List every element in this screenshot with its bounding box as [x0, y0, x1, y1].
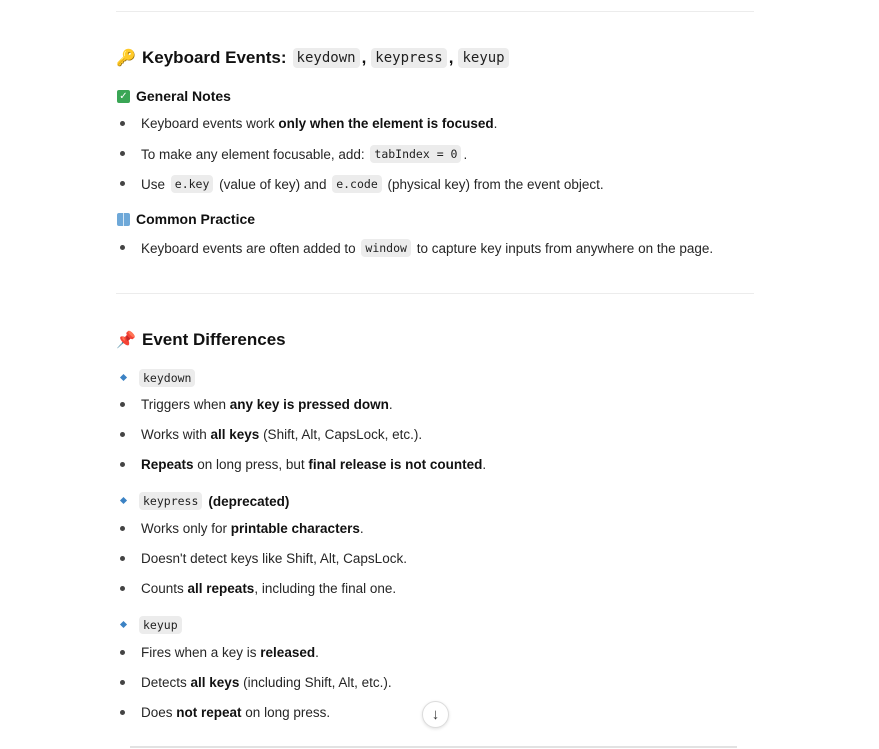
list-item-text: . — [463, 146, 468, 162]
list-item-text: Detects — [141, 675, 191, 690]
sub-heading-keydown: keydown — [117, 369, 197, 387]
list-item: To make any element focusable, add: tabI… — [117, 145, 467, 163]
book-icon — [117, 212, 130, 226]
list-item: Works with all keys (Shift, Alt, CapsLoc… — [117, 427, 422, 442]
list-item-text: , including the final one. — [254, 581, 397, 596]
diamond-icon — [117, 620, 137, 630]
list-item-text: Does — [141, 705, 177, 720]
list-item-text: Doesn't detect keys like Shift, Alt, Cap… — [141, 551, 407, 566]
list-item-text: (including Shift, Alt, etc.). — [239, 675, 392, 690]
key-icon: 🔑 — [116, 50, 136, 67]
heading-common-practice: Common Practice — [117, 211, 255, 227]
code-keypress: keypress — [371, 48, 447, 68]
input-box-edge — [130, 746, 737, 748]
heading-general-notes-label: General Notes — [136, 88, 231, 104]
list-item: Works only for printable characters . — [117, 521, 364, 536]
list-item-text: Counts — [141, 581, 188, 596]
deprecated-label: (deprecated) — [208, 493, 290, 509]
inline-code: window — [361, 239, 411, 257]
inline-code: keydown — [139, 369, 196, 387]
list-item-text: Works with — [141, 427, 211, 442]
list-item-bold: not repeat — [176, 705, 242, 720]
list-item-text: . — [493, 116, 498, 131]
list-item: Detects all keys (including Shift, Alt, … — [117, 675, 392, 690]
list-item-bold: only when the element is focused — [278, 116, 494, 131]
list-item: Use e.key (value of key) and e.code (phy… — [117, 175, 604, 193]
bullet-icon — [117, 400, 141, 410]
list-item-text: . — [315, 645, 319, 660]
bullet-icon — [117, 179, 141, 189]
bullet-icon — [117, 524, 141, 534]
list-item-text: Use — [141, 176, 169, 192]
list-item-bold: final release is not counted — [308, 457, 483, 472]
list-item: Keyboard events work only when the eleme… — [117, 116, 497, 131]
diamond-icon — [117, 496, 137, 506]
scroll-to-bottom-button[interactable]: ↓ — [422, 701, 449, 728]
list-item-bold: all keys — [210, 427, 260, 442]
list-item-bold: all keys — [190, 675, 240, 690]
heading-event-differences-label: Event Differences — [142, 330, 286, 349]
list-item-text: Keyboard events work — [141, 116, 279, 131]
heading-keyboard-events-label: Keyboard Events: — [142, 48, 287, 67]
bullet-icon — [117, 430, 141, 440]
list-item-bold: released — [260, 645, 316, 660]
sub-heading-keyup: keyup — [117, 616, 184, 634]
list-item-text: Keyboard events are often added to — [141, 240, 360, 256]
bullet-icon — [117, 554, 141, 564]
list-item-text: (physical key) from the event object. — [383, 176, 604, 192]
list-item-text: Triggers when — [141, 397, 230, 412]
list-item: Counts all repeats , including the final… — [117, 581, 396, 596]
list-item-bold: Repeats — [141, 457, 194, 472]
list-item: Repeats on long press, but final release… — [117, 457, 486, 472]
sub-heading-keypress: keypress (deprecated) — [117, 492, 289, 510]
inline-code: keyup — [139, 616, 182, 634]
bullet-icon — [117, 648, 141, 658]
list-item: Fires when a key is released . — [117, 645, 319, 660]
list-item-text: Fires when a key is — [141, 645, 261, 660]
inline-code: tabIndex = 0 — [370, 145, 462, 163]
list-item-bold: all repeats — [187, 581, 255, 596]
divider-middle — [116, 293, 754, 294]
pushpin-icon: 📌 — [116, 332, 136, 349]
bullet-icon — [117, 149, 141, 159]
list-item-bold: any key is pressed down — [229, 397, 389, 412]
bullet-icon — [117, 243, 141, 253]
diamond-icon — [117, 373, 137, 383]
bullet-icon — [117, 119, 141, 129]
list-item-text: on long press. — [241, 705, 331, 720]
code-keydown: keydown — [292, 48, 360, 68]
list-item-text: Works only for — [141, 521, 231, 536]
list-item: Keyboard events are often added to windo… — [117, 239, 713, 257]
checkmark-icon: ✓ — [117, 89, 130, 103]
list-item-text: (value of key) and — [215, 176, 331, 192]
heading-common-practice-label: Common Practice — [136, 211, 256, 227]
list-item-text: on long press, but — [193, 457, 309, 472]
bullet-icon — [117, 708, 141, 718]
heading-keyboard-events: 🔑 Keyboard Events: keydown , keypress , … — [116, 48, 509, 68]
bullet-icon — [117, 678, 141, 688]
separator: , — [361, 48, 367, 67]
list-item-text: (Shift, Alt, CapsLock, etc.). — [259, 427, 423, 442]
list-item: Doesn't detect keys like Shift, Alt, Cap… — [117, 551, 407, 566]
inline-code: e.code — [332, 175, 382, 193]
list-item-text: . — [359, 521, 364, 536]
list-item-text: To make any element focusable, add: — [141, 146, 369, 162]
heading-event-differences: 📌 Event Differences — [116, 330, 286, 350]
separator: , — [448, 48, 454, 67]
list-item-text: . — [482, 457, 487, 472]
inline-code: keypress — [139, 492, 203, 510]
list-item: Does not repeat on long press. — [117, 705, 330, 720]
arrow-down-icon: ↓ — [431, 706, 440, 723]
list-item-text: . — [388, 397, 393, 412]
bullet-icon — [117, 460, 141, 470]
code-keyup: keyup — [458, 48, 509, 68]
inline-code: e.key — [170, 175, 214, 193]
divider-top — [116, 11, 754, 12]
list-item-bold: printable characters — [230, 521, 360, 536]
bullet-icon — [117, 584, 141, 594]
heading-general-notes: ✓ General Notes — [117, 88, 231, 104]
list-item-text: to capture key inputs from anywhere on t… — [412, 240, 714, 256]
list-item: Triggers when any key is pressed down . — [117, 397, 393, 412]
